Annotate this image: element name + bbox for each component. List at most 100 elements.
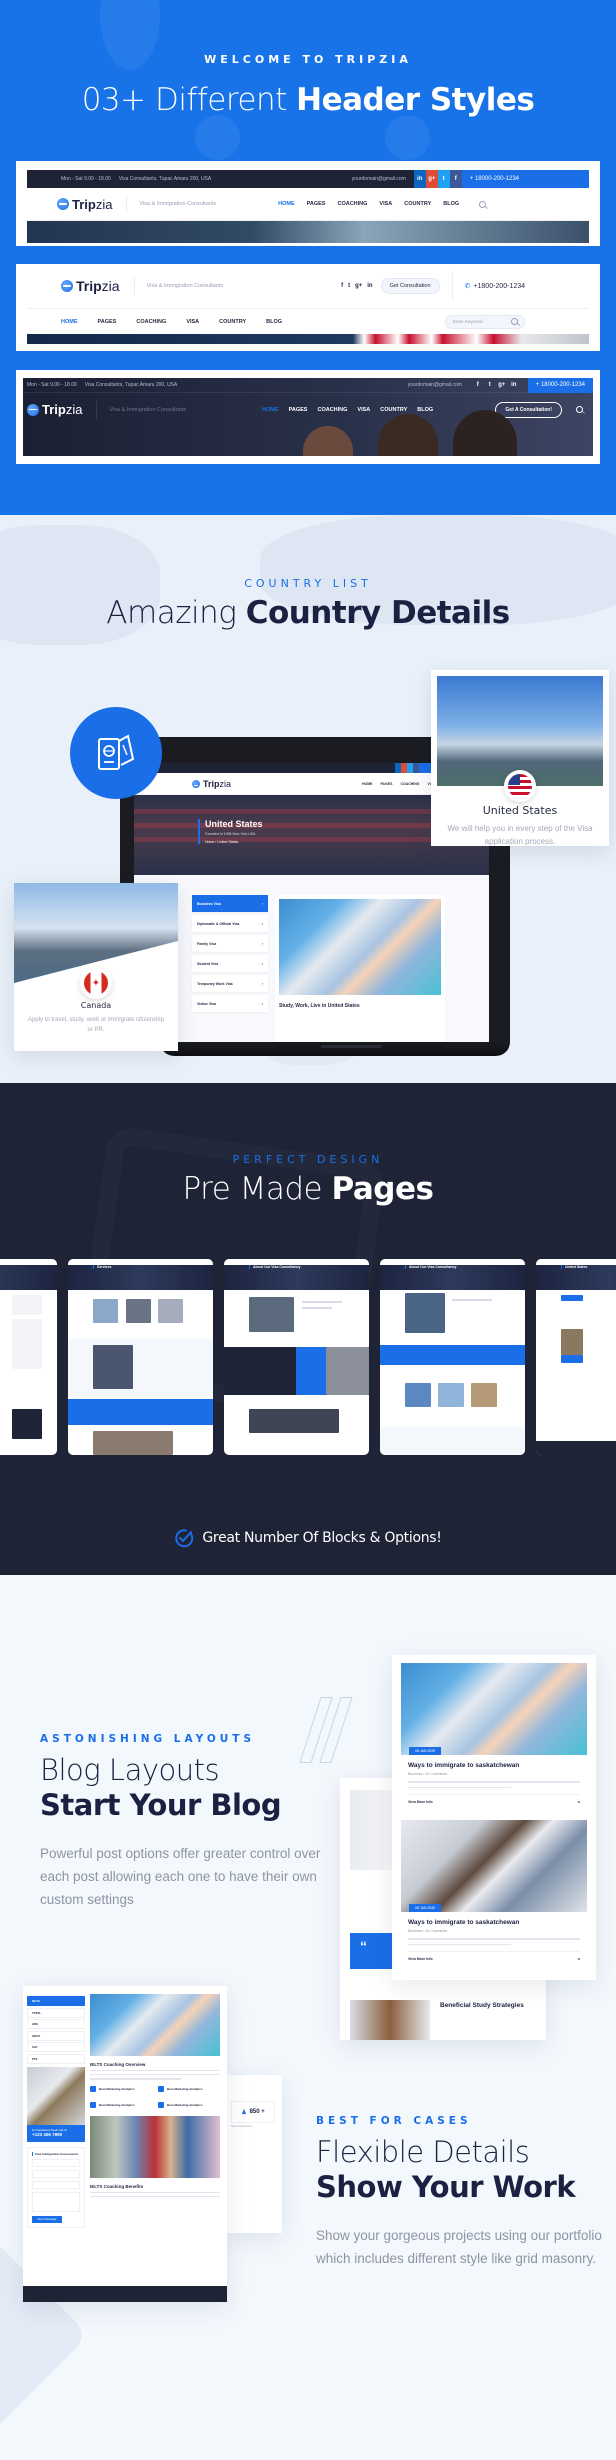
share-icon[interactable]: ⋖ <box>577 1957 580 1961</box>
country-card-united-states[interactable]: United States We will help you in every … <box>431 670 609 846</box>
nav-coaching[interactable]: COACHING <box>337 201 367 207</box>
linkedin-icon[interactable]: in <box>367 283 372 289</box>
nav-home[interactable]: HOME <box>61 319 78 325</box>
tagline: Visa & Immigration Consultants <box>126 195 216 213</box>
nav-home[interactable]: HOME <box>278 201 295 207</box>
us-flag-icon <box>504 770 536 802</box>
nav-pages[interactable]: PAGES <box>307 201 326 207</box>
name-field[interactable] <box>32 2158 80 2167</box>
post-title[interactable]: Ways to immigrate to saskatchewan <box>408 1919 580 1926</box>
coaching-item[interactable]: GMAT <box>27 2030 85 2041</box>
section-title: 03+ Different Header Styles <box>0 82 616 118</box>
google-plus-icon[interactable]: g+ <box>496 378 508 394</box>
coaching-item[interactable]: PTE <box>27 2053 85 2064</box>
nav-country[interactable]: COUNTRY <box>404 201 431 207</box>
nav-menu: HOME PAGES COACHING VISA COUNTRY BLOG <box>61 319 282 325</box>
statue-of-liberty-photo <box>437 676 603 802</box>
globe-icon <box>57 198 69 210</box>
nav-country[interactable]: COUNTRY <box>219 319 246 325</box>
facebook-icon[interactable]: f <box>341 283 343 289</box>
page-thumbnail-services[interactable]: Services <box>68 1259 213 1455</box>
post-image: 08 JAN 2020 <box>401 1663 587 1755</box>
coaching-item[interactable]: TOEFL <box>27 2007 85 2018</box>
page-body: Business Visa › Diplomatic & Official Vis… <box>134 875 489 1043</box>
plane-engine-shape <box>195 115 240 160</box>
nav-coaching[interactable]: COACHING <box>136 319 166 325</box>
visa-item[interactable]: Temporary Work Visa › <box>192 975 268 992</box>
view-more-link[interactable]: View More Info <box>408 1957 433 1961</box>
nav-visa[interactable]: VISA <box>186 319 199 325</box>
header-style-3-preview: Mon - Sat 9.00 - 18.00 Visa Consultants,… <box>16 370 600 464</box>
coaching-item[interactable]: SAT <box>27 2042 85 2052</box>
visa-item[interactable]: Visitor Visa › <box>192 995 268 1012</box>
page-thumbnail-blog-sidebar[interactable] <box>0 1259 57 1455</box>
phone-link[interactable]: ✆ +1800-200-1234 <box>451 271 525 301</box>
twitter-icon[interactable]: t <box>437 170 450 188</box>
linkedin-icon[interactable]: in <box>413 170 426 188</box>
title-light: 03+ Different <box>81 82 297 118</box>
call-box: For Appointment Needs Call Us +123 456 7… <box>27 2124 85 2142</box>
search-icon[interactable] <box>511 318 518 325</box>
visa-item[interactable]: Diplomatic & Official Visa › <box>192 915 268 932</box>
visa-item[interactable]: Business Visa › <box>192 895 268 912</box>
blog-post-card[interactable]: 08 JAN 2020 Ways to immigrate to saskatc… <box>401 1663 587 1804</box>
share-icon[interactable]: ⋖ <box>577 1800 580 1804</box>
phone-link[interactable]: + 18000-200-1234 <box>461 170 589 188</box>
search-icon[interactable] <box>479 200 487 208</box>
breadcrumb[interactable]: Home / United States <box>205 840 263 844</box>
logo[interactable]: Trip zia <box>61 278 120 294</box>
nav-pages[interactable]: PAGES <box>380 782 392 786</box>
logo[interactable]: Trip zia <box>192 779 231 789</box>
teacher-icon <box>158 2101 164 2108</box>
email-link[interactable]: yourdomain@gmail.com <box>408 382 462 388</box>
visa-item[interactable]: Student Visa › <box>192 955 268 972</box>
coaching-item[interactable]: IELTS <box>27 1996 85 2006</box>
nav-home[interactable]: HOME <box>262 407 279 413</box>
visa-item[interactable]: Family Visa › <box>192 935 268 952</box>
hours-text: Mon - Sat 9.00 - 18.00 <box>61 176 111 182</box>
get-consultation-button[interactable]: Get Consultation <box>380 278 440 294</box>
facebook-icon[interactable]: f <box>449 170 462 188</box>
google-plus-icon[interactable]: g+ <box>425 170 438 188</box>
hero-image-strip <box>27 334 589 344</box>
search-icon[interactable] <box>576 406 583 413</box>
email-link[interactable]: yourdomain@gmail.com <box>352 176 406 182</box>
feature-text: Great Number Of Blocks & Options! <box>202 1530 442 1546</box>
twitter-icon[interactable]: t <box>348 283 350 289</box>
google-plus-icon[interactable]: g+ <box>355 283 362 289</box>
section-eyebrow: COUNTRY LIST <box>244 577 372 590</box>
section-description: Powerful post options offer greater cont… <box>40 1845 321 1908</box>
view-more-link[interactable]: View More Info <box>408 1800 433 1804</box>
assessment-form: Free Immigration Assessment Send A Messa… <box>27 2146 85 2228</box>
section-eyebrow: BEST FOR CASES <box>316 2115 472 2127</box>
logo[interactable]: Trip zia <box>27 402 82 417</box>
post-title[interactable]: Ways to immigrate to saskatchewan <box>408 1762 580 1769</box>
section-title: Pre Made Pages <box>182 1171 434 1207</box>
nav-blog[interactable]: BLOG <box>266 319 282 325</box>
phone-link[interactable]: + 18000-200-1234 <box>527 378 593 393</box>
overview-heading: IELTS Coaching Overview <box>90 2062 146 2067</box>
nav-coaching[interactable]: COACHING <box>400 782 419 786</box>
country-card-canada[interactable]: ✦ Canada Apply to travel, study, work or… <box>14 883 178 1051</box>
nav-visa[interactable]: VISA <box>379 201 392 207</box>
nav-pages[interactable]: PAGES <box>98 319 117 325</box>
page-thumbnail-about[interactable]: About Our Visa Consultancy <box>224 1259 369 1455</box>
page-thumbnails: Services About Our Visa Consultancy Abou… <box>0 1259 616 1455</box>
twitter-icon[interactable]: t <box>484 378 496 394</box>
page-thumbnail-country[interactable]: United States <box>536 1259 616 1455</box>
coaching-item[interactable]: GRE <box>27 2019 85 2029</box>
office-photo <box>279 899 441 995</box>
title-bold: Header Styles <box>296 82 535 118</box>
search-input[interactable]: Enter Keyword <box>445 314 525 329</box>
page-thumbnail-about-2[interactable]: About Our Visa Consultancy <box>380 1259 525 1455</box>
select-visa-field[interactable] <box>32 2180 80 2189</box>
nav-blog[interactable]: BLOG <box>443 201 459 207</box>
facebook-icon[interactable]: f <box>472 378 484 394</box>
linkedin-icon[interactable]: in <box>508 378 520 394</box>
message-field[interactable] <box>32 2191 80 2212</box>
blog-post-card[interactable]: 08 JAN 2020 Ways to immigrate to saskatc… <box>401 1820 587 1961</box>
logo[interactable]: Trip zia <box>57 197 112 212</box>
nav-home[interactable]: HOME <box>362 782 373 786</box>
send-message-button[interactable]: Send A Message <box>32 2215 62 2223</box>
phone-field[interactable] <box>32 2169 80 2178</box>
